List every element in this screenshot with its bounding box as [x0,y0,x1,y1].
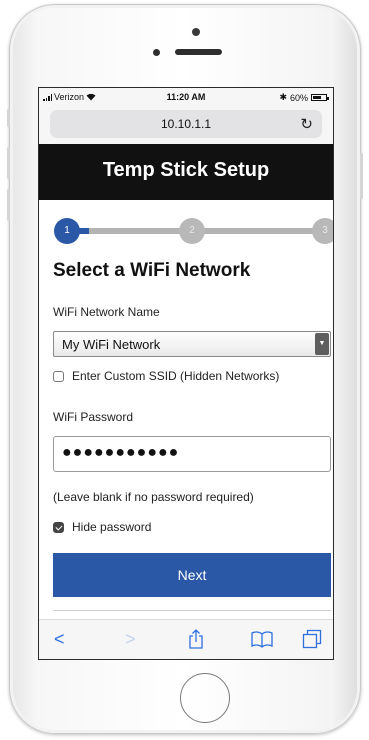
silent-switch [7,109,10,127]
browser-toolbar: < > [39,619,333,659]
hide-password-checkbox[interactable] [53,521,64,533]
proximity-sensor [153,49,160,56]
address-bar[interactable]: 10.10.1.1 ↻ [50,110,322,138]
share-icon[interactable] [187,629,205,649]
hide-password-row[interactable]: Hide password [53,520,151,534]
step-3: 3 [312,218,333,244]
password-label: WiFi Password [53,410,134,424]
address-bar-area: 10.10.1.1 ↻ [39,106,333,144]
status-bar: Verizon 11:20 AM ✱ 60% [39,88,333,106]
volume-down-button [7,189,10,221]
power-button [360,153,363,199]
reload-icon[interactable]: ↻ [300,115,313,133]
earpiece-speaker [175,49,222,55]
step-1: 1 [54,218,80,244]
custom-ssid-checkbox[interactable] [53,370,64,382]
bluetooth-icon: ✱ [279,92,287,102]
forward-arrow-icon[interactable]: > [125,630,136,648]
url-text: 10.10.1.1 [160,117,212,131]
custom-ssid-row[interactable]: Enter Custom SSID (Hidden Networks) [53,369,279,383]
battery-group: ✱ 60% [279,92,329,103]
battery-icon [311,94,329,101]
network-select-value: My WiFi Network [62,337,161,352]
page-header: Temp Stick Setup [39,144,333,200]
network-select[interactable]: My WiFi Network ▼ [53,331,331,357]
progress-stepper: 1 2 3 [39,200,333,254]
home-button[interactable] [180,673,230,723]
password-value: ●●●●●●●●●●● [62,444,180,461]
password-hint: (Leave blank if no password required) [53,490,254,504]
phone-screen: Verizon 11:20 AM ✱ 60% 10.10.1.1 ↻ Temp … [38,87,334,660]
divider [53,610,331,611]
volume-up-button [7,147,10,179]
hide-password-label: Hide password [72,520,152,534]
next-button[interactable]: Next [53,553,331,597]
front-camera [192,28,200,36]
page-title: Temp Stick Setup [102,159,270,181]
password-input[interactable]: ●●●●●●●●●●● [53,436,331,472]
back-arrow-icon[interactable]: < [54,630,65,648]
tabs-icon[interactable] [302,629,322,649]
section-heading: Select a WiFi Network [53,260,251,281]
battery-percent: 60% [289,92,308,103]
custom-ssid-label: Enter Custom SSID (Hidden Networks) [72,369,280,383]
step-2: 2 [179,218,205,244]
dropdown-arrow-icon: ▼ [315,333,329,355]
network-name-label: WiFi Network Name [53,305,160,319]
bookmarks-icon[interactable] [251,630,273,648]
